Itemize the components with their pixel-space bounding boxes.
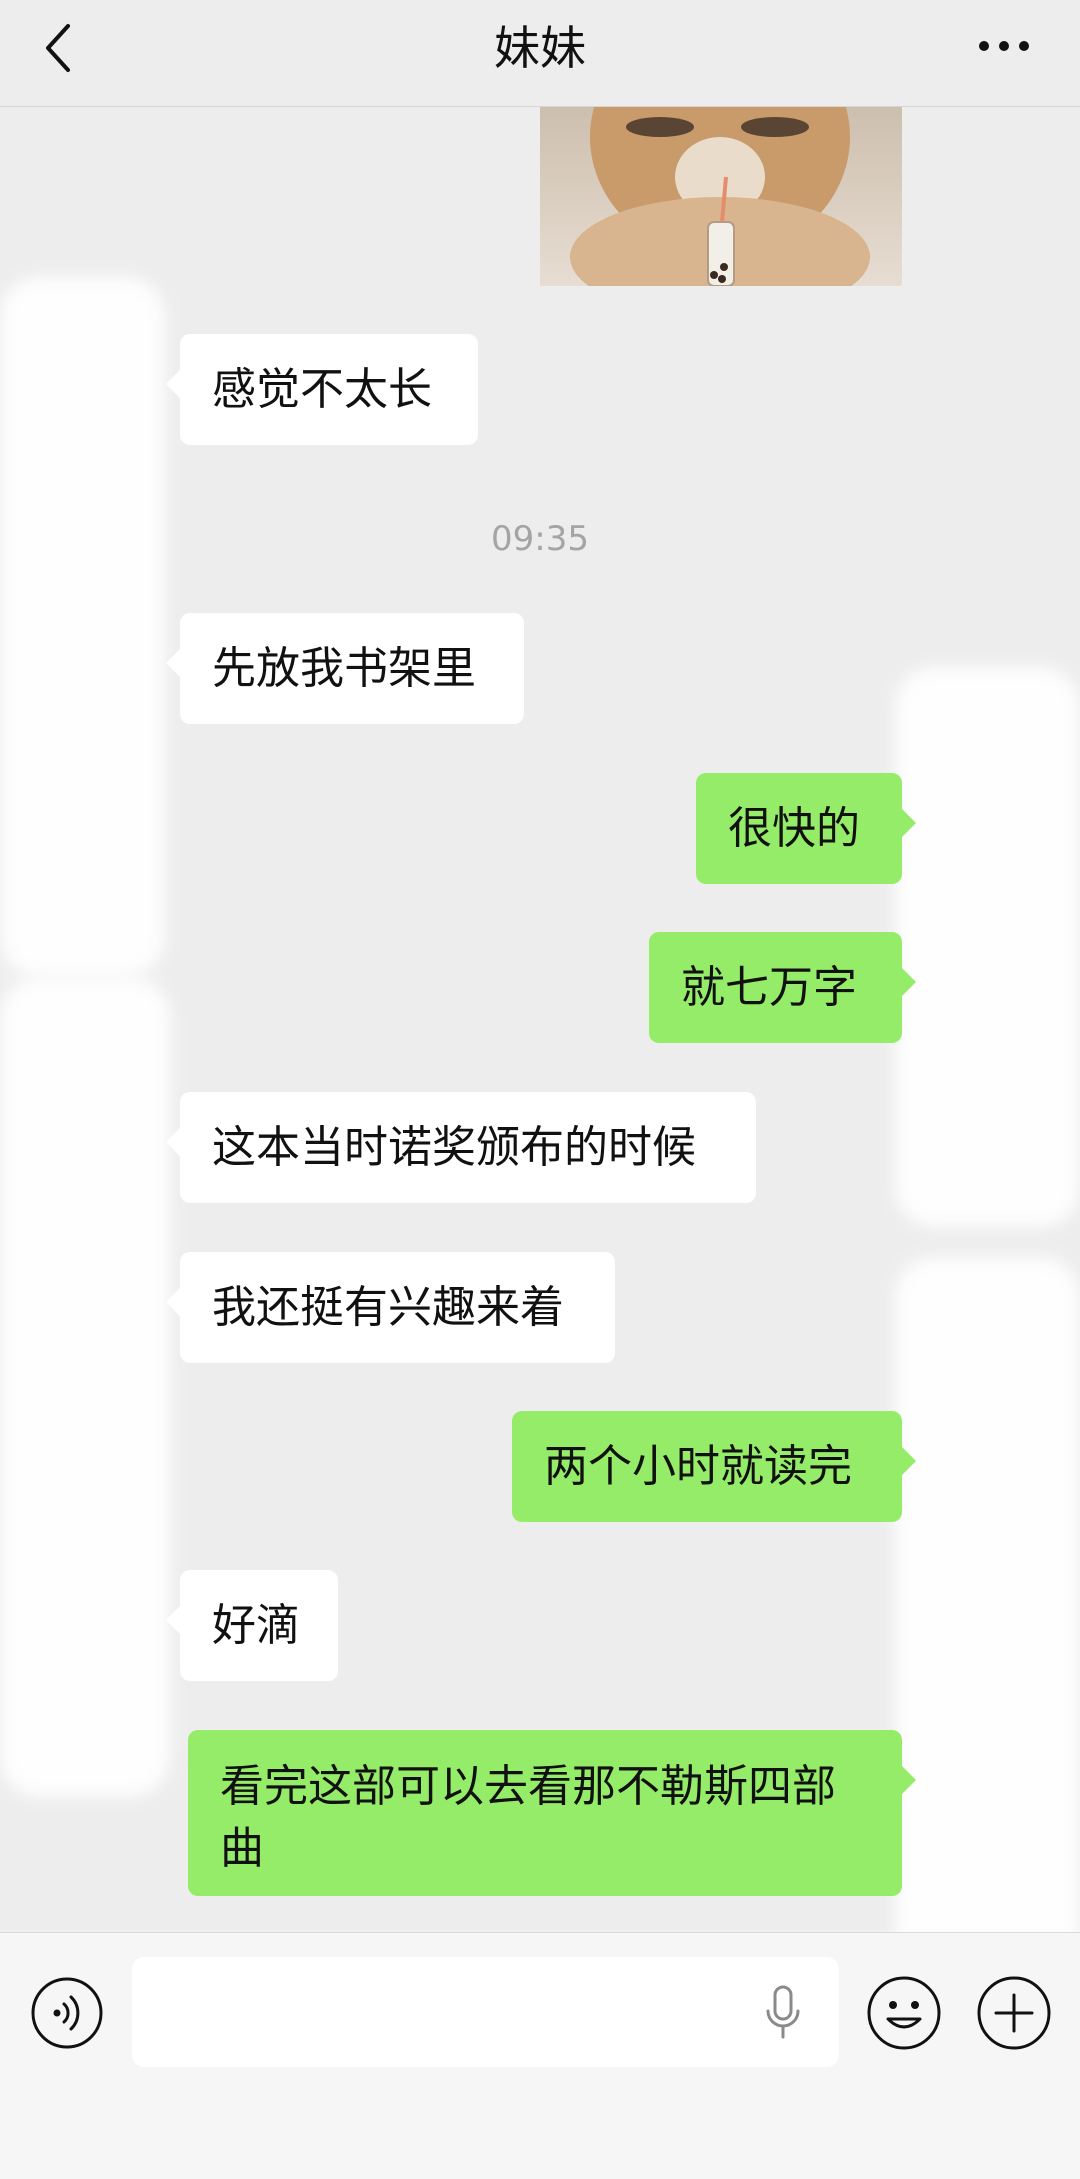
message-bubble-sent[interactable]: 两个小时就读完 — [512, 1411, 916, 1522]
cat-sticker-image[interactable] — [540, 107, 902, 286]
message-text: 两个小时就读完 — [544, 1440, 852, 1492]
message-text: 很快的 — [728, 802, 860, 854]
more-icon[interactable] — [974, 34, 1034, 58]
message-input[interactable] — [132, 1957, 839, 2067]
message-text: 我还挺有兴趣来着 — [212, 1281, 564, 1333]
redaction-smudge — [0, 277, 165, 977]
top-bar: 妹妹 — [0, 0, 1080, 107]
redaction-smudge — [895, 1257, 1080, 1932]
microphone-icon[interactable] — [763, 1985, 803, 2041]
redaction-smudge — [895, 667, 1080, 1227]
message-bubble-sent[interactable]: 看完这部可以去看那不勒斯四部 曲 — [188, 1730, 916, 1896]
chat-area[interactable]: 感觉不太长 09:35 先放我书架里 很快的 就七万字 这本当时诺奖颁布的时候 … — [0, 107, 1080, 1932]
redaction-smudge — [0, 977, 170, 1797]
message-bubble-received[interactable]: 好滴 — [166, 1570, 338, 1681]
chat-title: 妹妹 — [494, 21, 586, 75]
message-text: 感觉不太长 — [212, 363, 432, 415]
emoji-icon[interactable] — [866, 1975, 942, 2051]
message-text-line: 看完这部可以去看那不勒斯四部 — [220, 1761, 836, 1812]
message-text: 就七万字 — [681, 961, 857, 1013]
message-text-line: 曲 — [220, 1823, 264, 1874]
message-bubble-sent[interactable]: 很快的 — [696, 773, 916, 884]
message-text: 看完这部可以去看那不勒斯四部 曲 — [220, 1756, 836, 1880]
message-bubble-received[interactable]: 这本当时诺奖颁布的时候 — [166, 1092, 756, 1203]
plus-icon[interactable] — [976, 1975, 1052, 2051]
message-text: 先放我书架里 — [212, 642, 476, 694]
message-text: 好滴 — [212, 1599, 300, 1651]
message-timestamp: 09:35 — [491, 519, 589, 559]
message-bubble-sent[interactable]: 就七万字 — [649, 932, 916, 1043]
voice-input-icon[interactable] — [30, 1976, 104, 2050]
input-bar — [0, 1932, 1080, 2179]
message-bubble-received[interactable]: 感觉不太长 — [166, 334, 478, 445]
message-text: 这本当时诺奖颁布的时候 — [212, 1121, 696, 1173]
message-bubble-received[interactable]: 先放我书架里 — [166, 613, 524, 724]
message-bubble-received[interactable]: 我还挺有兴趣来着 — [166, 1252, 615, 1363]
